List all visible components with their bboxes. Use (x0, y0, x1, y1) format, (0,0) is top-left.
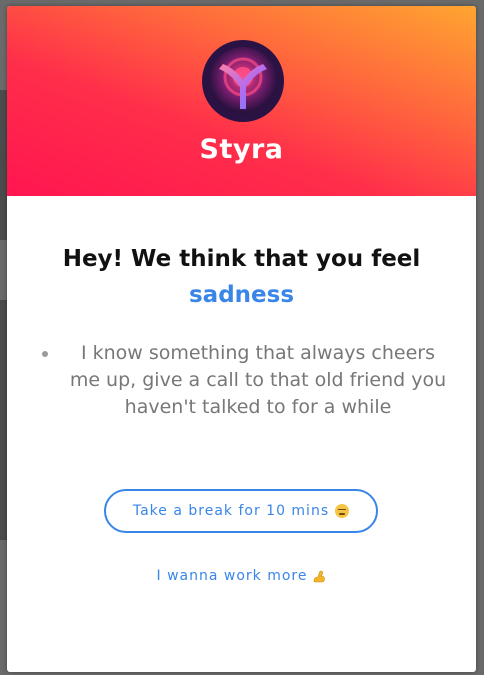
suggestion-item: I know something that always cheers me u… (37, 340, 457, 421)
take-break-label: Take a break for 10 mins (132, 503, 330, 519)
sad-face-icon (335, 504, 350, 518)
work-more-label: I wanna work more (156, 568, 308, 584)
work-more-link[interactable]: I wanna work more (7, 568, 476, 584)
suggestion-text: I know something that always cheers me u… (69, 342, 447, 418)
emotion-popup: Styra Hey! We think that you feel sadnes… (7, 6, 476, 672)
brand-name: Styra (199, 134, 284, 165)
detected-emotion: sadness (188, 282, 295, 308)
headline: Hey! We think that you feel (62, 246, 421, 272)
flexed-biceps-icon (314, 570, 326, 583)
take-break-button[interactable]: Take a break for 10 mins (104, 489, 378, 533)
styra-logo-icon (202, 40, 284, 122)
bullet-icon (42, 351, 48, 357)
suggestion-list: I know something that always cheers me u… (37, 340, 457, 421)
popup-header: Styra (7, 6, 476, 196)
